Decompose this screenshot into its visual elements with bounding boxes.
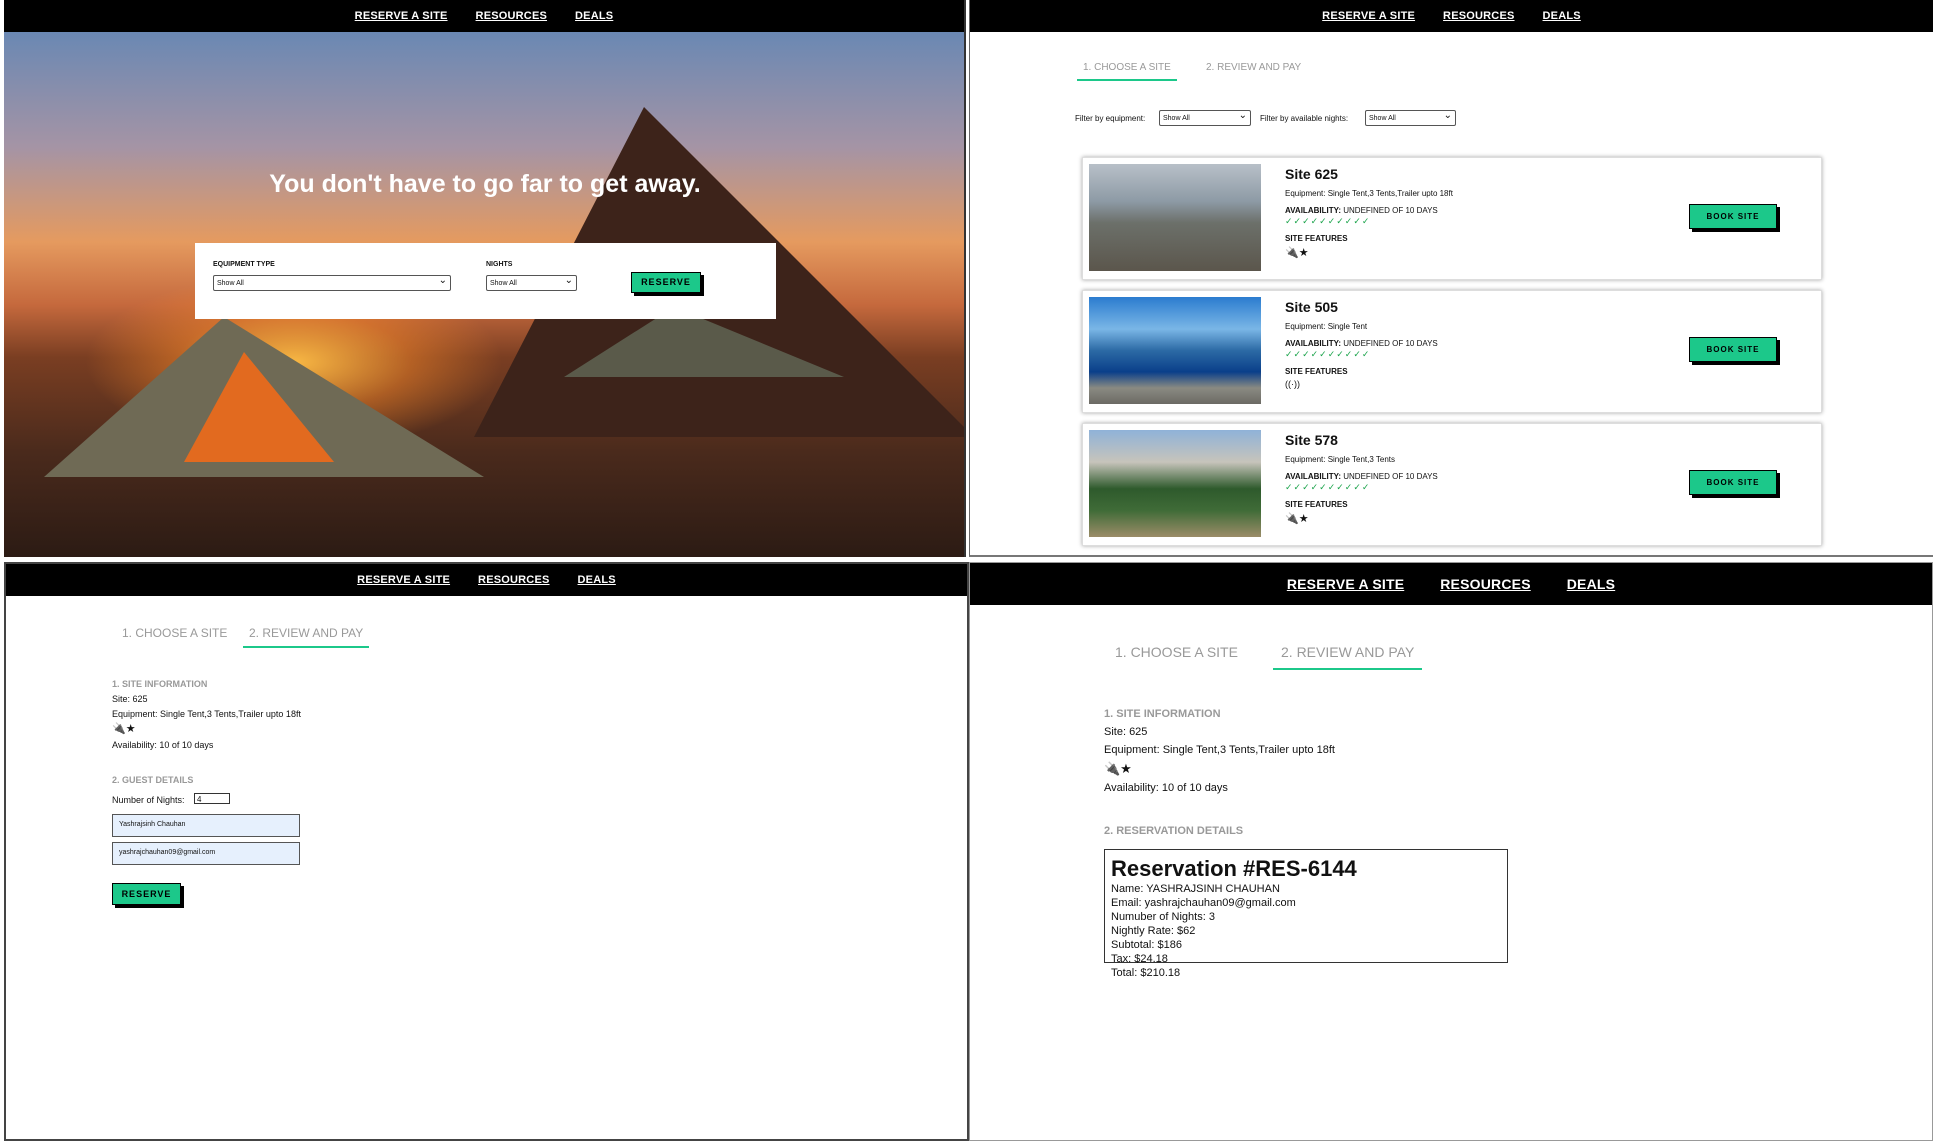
reservation-subtotal: Subtotal: $186 [1111, 939, 1182, 951]
hero-title: You don't have to go far to get away. [269, 170, 701, 198]
site-equipment: Equipment: Single Tent,3 Tents [1285, 455, 1395, 464]
nights-label: Number of Nights: [112, 795, 185, 805]
site-card: Site 505 Equipment: Single Tent AVAILABI… [1082, 290, 1822, 413]
nav-reserve-a-site[interactable]: RESERVE A SITE [355, 10, 448, 22]
tab-review-pay[interactable]: 2. REVIEW AND PAY [1202, 62, 1305, 73]
wifi-icon: ((·)) [1285, 379, 1300, 389]
book-site-button[interactable]: BOOK SITE [1689, 470, 1777, 495]
nav-reserve-a-site[interactable]: RESERVE A SITE [1322, 10, 1415, 22]
availability-value: UNDEFINED OF 10 DAYS [1343, 472, 1438, 481]
search-form: EQUIPMENT TYPE Show All NIGHTS Show All … [195, 243, 776, 319]
plug-star-icon: 🔌★ [112, 723, 136, 735]
tab-review-pay[interactable]: 2. REVIEW AND PAY [243, 626, 370, 648]
nav-reserve-a-site[interactable]: RESERVE A SITE [1287, 576, 1404, 592]
plug-star-icon: 🔌★ [1104, 761, 1132, 776]
site-title: Site 505 [1285, 299, 1338, 315]
availability-value: UNDEFINED OF 10 DAYS [1343, 339, 1438, 348]
site-features-label: SITE FEATURES [1285, 500, 1348, 509]
site-card: Site 625 Equipment: Single Tent,3 Tents,… [1082, 157, 1822, 280]
site-equipment: Equipment: Single Tent,3 Tents,Trailer u… [1104, 744, 1335, 756]
nav-resources[interactable]: RESOURCES [478, 574, 549, 586]
email-field[interactable]: yashrajchauhan09@gmail.com [112, 842, 300, 865]
reserve-button[interactable]: RESERVE [631, 272, 701, 293]
guest-details-heading: 2. GUEST DETAILS [112, 775, 194, 785]
availability-checks: ✓✓✓✓✓✓✓✓✓✓ [1285, 216, 1371, 226]
tab-review-pay[interactable]: 2. REVIEW AND PAY [1273, 644, 1423, 670]
nav-deals[interactable]: DEALS [1543, 10, 1581, 22]
filter-equipment-select[interactable]: Show All [1159, 108, 1251, 126]
plug-star-icon: 🔌★ [1285, 513, 1309, 525]
site-equipment: Equipment: Single Tent [1285, 322, 1368, 331]
filter-nights-label: Filter by available nights: [1260, 114, 1349, 123]
site-features-label: SITE FEATURES [1285, 367, 1348, 376]
top-nav: RESERVE A SITE RESOURCES DEALS [970, 563, 1932, 605]
site-equipment: Equipment: Single Tent,3 Tents,Trailer u… [112, 709, 301, 719]
reserve-button[interactable]: RESERVE [112, 883, 181, 905]
review-form-panel: RESERVE A SITE RESOURCES DEALS 1. CHOOSE… [4, 562, 969, 1141]
reservation-title: Reservation #RES-6144 [1111, 856, 1357, 881]
choose-site-panel: RESERVE A SITE RESOURCES DEALS 1. CHOOSE… [969, 0, 1933, 557]
top-nav: RESERVE A SITE RESOURCES DEALS [4, 0, 964, 32]
site-availability: Availability: 10 of 10 days [112, 740, 214, 750]
availability-checks: ✓✓✓✓✓✓✓✓✓✓ [1285, 349, 1371, 359]
nights-select[interactable]: Show All [486, 273, 577, 291]
site-info-heading: 1. SITE INFORMATION [112, 679, 208, 689]
nav-deals[interactable]: DEALS [575, 10, 613, 22]
reservation-box: Reservation #RES-6144 Name: YASHRAJSINH … [1104, 849, 1508, 979]
home-panel: RESERVE A SITE RESOURCES DEALS You don't… [4, 0, 966, 557]
site-features-label: SITE FEATURES [1285, 234, 1348, 243]
top-nav: RESERVE A SITE RESOURCES DEALS [970, 0, 1933, 32]
reservation-rate: Nightly Rate: $62 [1111, 925, 1196, 937]
site-image [1089, 430, 1261, 537]
nav-resources[interactable]: RESOURCES [1440, 576, 1530, 592]
plug-star-icon: 🔌★ [1285, 247, 1309, 259]
nav-deals[interactable]: DEALS [578, 574, 616, 586]
nav-resources[interactable]: RESOURCES [476, 10, 547, 22]
site-info-heading: 1. SITE INFORMATION [1104, 708, 1221, 720]
reservation-details-heading: 2. RESERVATION DETAILS [1104, 825, 1244, 837]
site-image [1089, 164, 1261, 271]
filter-nights-select[interactable]: Show All [1365, 108, 1456, 126]
reservation-email: Email: yashrajchauhan09@gmail.com [1111, 897, 1296, 909]
book-site-button[interactable]: BOOK SITE [1689, 337, 1777, 362]
availability-label: AVAILABILITY: [1285, 339, 1341, 348]
availability-checks: ✓✓✓✓✓✓✓✓✓✓ [1285, 482, 1371, 492]
site-availability: AVAILABILITY: UNDEFINED OF 10 DAYS [1285, 472, 1438, 481]
nights-stepper[interactable]: 4 [194, 793, 230, 804]
tent-glow [184, 352, 334, 462]
site-number: Site: 625 [1104, 726, 1148, 738]
confirmation-panel: RESERVE A SITE RESOURCES DEALS 1. CHOOSE… [969, 562, 1933, 1141]
name-field[interactable]: Yashrajsinh Chauhan [112, 814, 300, 837]
nav-deals[interactable]: DEALS [1567, 576, 1615, 592]
site-image [1089, 297, 1261, 404]
nights-label: NIGHTS [486, 261, 513, 268]
reservation-tax: Tax: $24.18 [1111, 953, 1168, 965]
site-availability: AVAILABILITY: UNDEFINED OF 10 DAYS [1285, 206, 1438, 215]
tab-choose-site[interactable]: 1. CHOOSE A SITE [1077, 62, 1177, 81]
availability-value: UNDEFINED OF 10 DAYS [1343, 206, 1438, 215]
tab-choose-site[interactable]: 1. CHOOSE A SITE [118, 626, 231, 640]
site-number: Site: 625 [112, 694, 148, 704]
site-availability: Availability: 10 of 10 days [1104, 782, 1228, 794]
site-availability: AVAILABILITY: UNDEFINED OF 10 DAYS [1285, 339, 1438, 348]
reservation-nights: Numuber of Nights: 3 [1111, 911, 1215, 923]
equipment-select[interactable]: Show All [213, 273, 451, 291]
availability-label: AVAILABILITY: [1285, 472, 1341, 481]
site-card: Site 578 Equipment: Single Tent,3 Tents … [1082, 423, 1822, 546]
site-title: Site 578 [1285, 432, 1338, 448]
book-site-button[interactable]: BOOK SITE [1689, 204, 1777, 229]
nav-resources[interactable]: RESOURCES [1443, 10, 1514, 22]
availability-label: AVAILABILITY: [1285, 206, 1341, 215]
equipment-label: EQUIPMENT TYPE [213, 261, 275, 268]
top-nav: RESERVE A SITE RESOURCES DEALS [6, 564, 967, 596]
site-equipment: Equipment: Single Tent,3 Tents,Trailer u… [1285, 189, 1453, 198]
filter-equipment-label: Filter by equipment: [1075, 114, 1146, 123]
reservation-name: Name: YASHRAJSINH CHAUHAN [1111, 883, 1280, 895]
reservation-total: Total: $210.18 [1111, 967, 1181, 979]
site-title: Site 625 [1285, 166, 1338, 182]
tab-choose-site[interactable]: 1. CHOOSE A SITE [1111, 644, 1242, 660]
nav-reserve-a-site[interactable]: RESERVE A SITE [357, 574, 450, 586]
